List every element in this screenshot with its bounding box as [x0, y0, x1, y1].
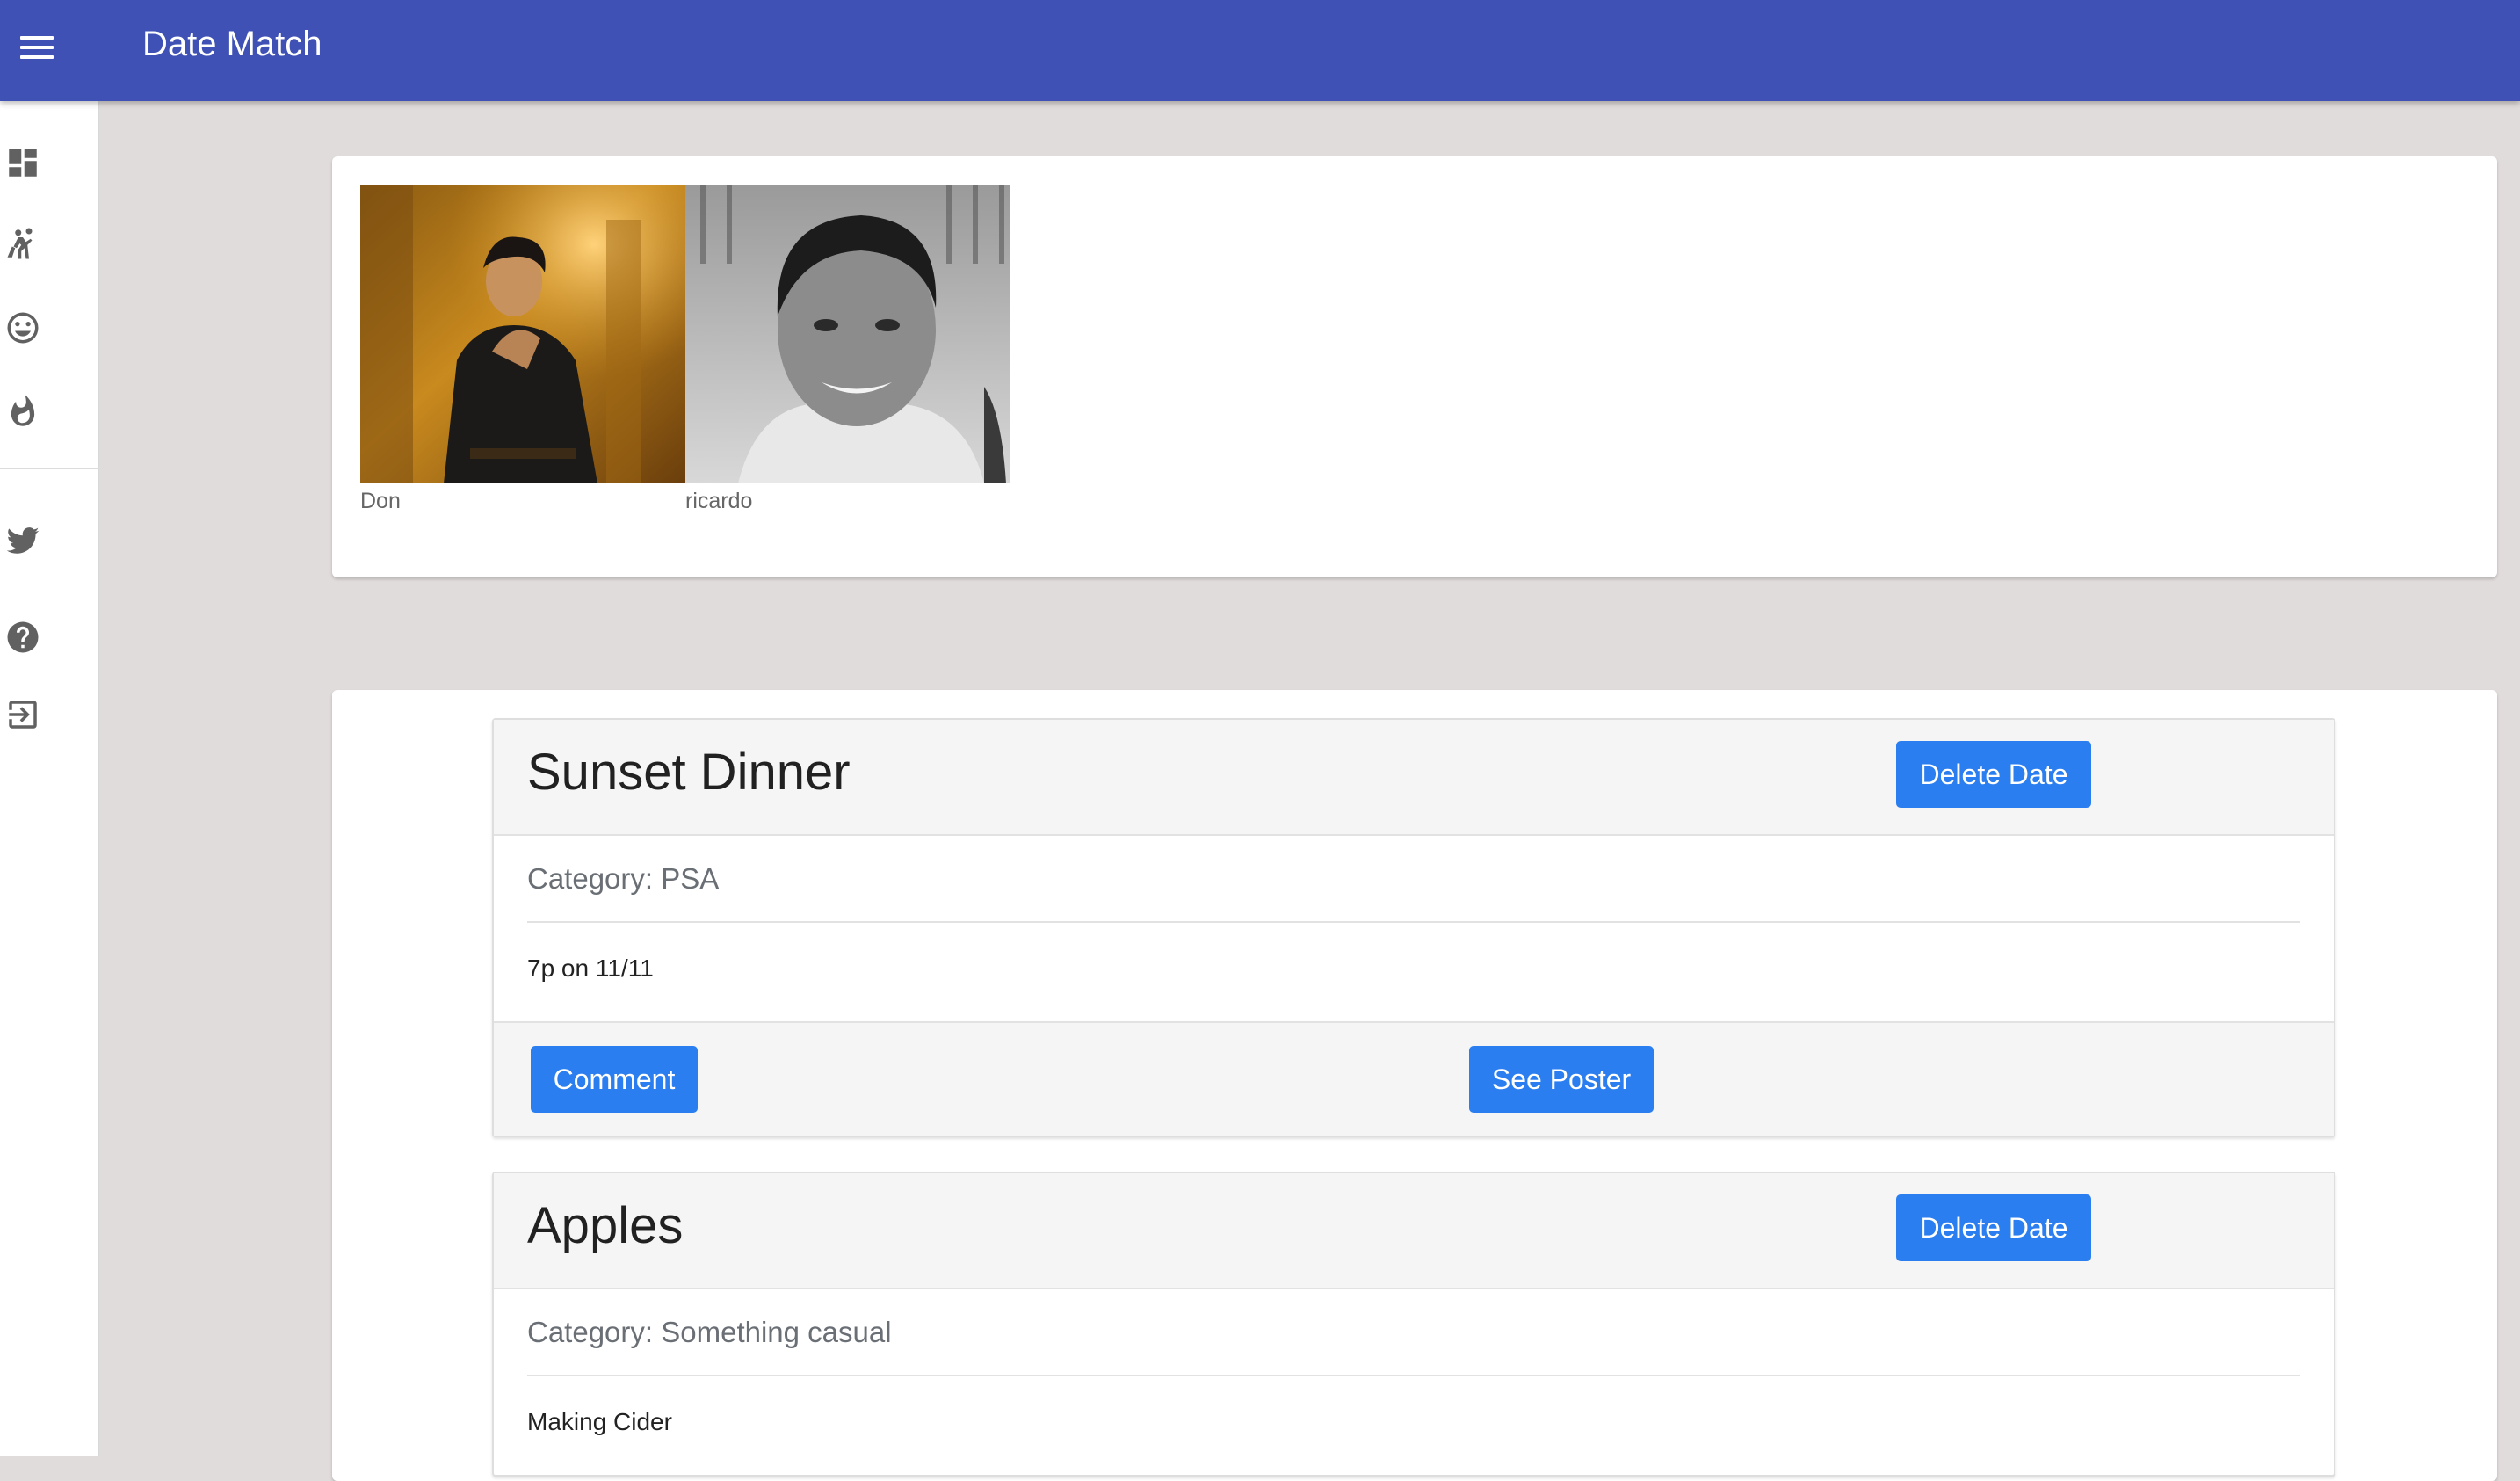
profile-photo[interactable] — [685, 185, 1010, 483]
dashboard-icon[interactable] — [4, 143, 42, 182]
date-body: Category: Something casual Making Cider — [494, 1289, 2334, 1475]
match-name: Don — [360, 489, 401, 513]
date-description: 7p on 11/11 — [527, 955, 654, 982]
date-header: Apples Delete Date — [494, 1173, 2334, 1289]
date-title: Sunset Dinner — [527, 744, 851, 801]
date-title: Apples — [527, 1197, 684, 1254]
date-item: Sunset Dinner Delete Date Category: PSA … — [492, 718, 2335, 1137]
match-profile[interactable]: Don — [360, 185, 685, 514]
delete-date-button[interactable]: Delete Date — [1896, 1194, 2091, 1261]
smiley-face-icon[interactable] — [4, 309, 42, 347]
date-item: Apples Delete Date Category: Something c… — [492, 1172, 2335, 1477]
date-footer: Comment See Poster — [494, 1021, 2334, 1136]
match-profile[interactable]: ricardo — [685, 185, 1010, 514]
fire-icon[interactable] — [4, 393, 42, 432]
date-body: Category: PSA 7p on 11/11 — [494, 836, 2334, 1021]
people-dancing-icon[interactable] — [4, 224, 42, 263]
help-icon[interactable] — [4, 618, 42, 657]
see-poster-button[interactable]: See Poster — [1469, 1046, 1654, 1113]
sidebar-divider — [0, 468, 99, 469]
profile-photo[interactable] — [360, 185, 685, 483]
exit-icon[interactable] — [4, 695, 42, 734]
date-description: Making Cider — [527, 1408, 672, 1435]
twitter-icon[interactable] — [4, 521, 42, 560]
comment-button[interactable]: Comment — [531, 1046, 698, 1113]
date-header: Sunset Dinner Delete Date — [494, 720, 2334, 836]
match-name: ricardo — [685, 489, 753, 513]
dates-card: Sunset Dinner Delete Date Category: PSA … — [332, 690, 2497, 1481]
delete-date-button[interactable]: Delete Date — [1896, 741, 2091, 808]
sidebar — [0, 101, 99, 1456]
date-category: Category: Something casual — [527, 1289, 2300, 1376]
menu-icon[interactable] — [16, 26, 58, 69]
app-title: Date Match — [142, 25, 322, 63]
app-bar: Date Match — [0, 0, 2520, 101]
matches-card: Don ricardo — [332, 156, 2497, 577]
date-category: Category: PSA — [527, 836, 2300, 923]
